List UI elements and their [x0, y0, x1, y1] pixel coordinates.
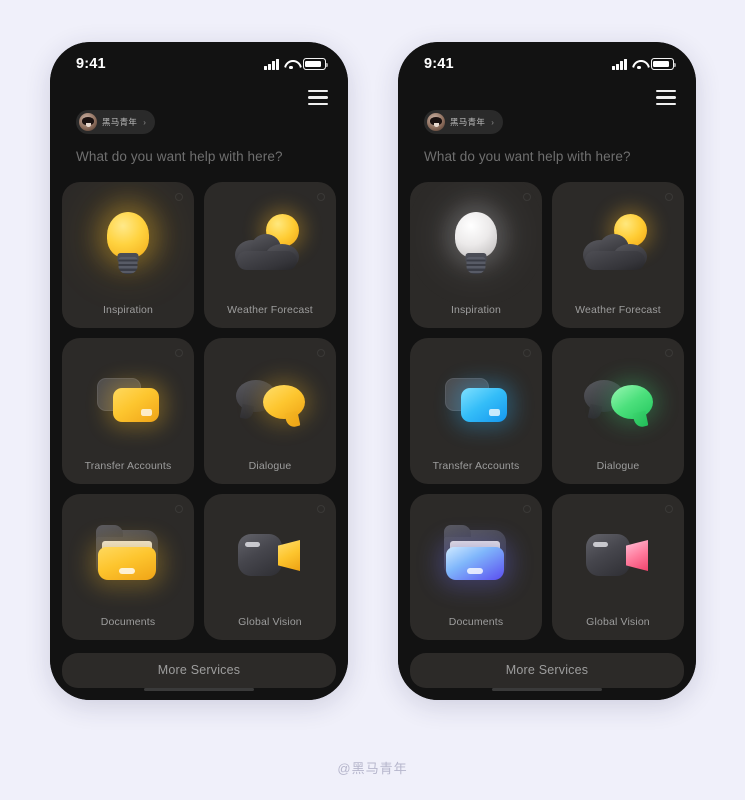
- service-card-transfer-accounts[interactable]: Transfer Accounts: [410, 338, 542, 484]
- sun-cloud-icon: [204, 204, 336, 286]
- service-card-global-vision[interactable]: Global Vision: [552, 494, 684, 640]
- service-card-transfer-accounts[interactable]: Transfer Accounts: [62, 338, 194, 484]
- card-corner-dot: [317, 349, 325, 357]
- status-bar-clock: 9:41: [424, 56, 454, 72]
- card-label: Inspiration: [450, 304, 502, 316]
- battery-icon: [303, 58, 328, 70]
- sun-cloud-icon: [552, 204, 684, 286]
- hamburger-icon[interactable]: [656, 90, 676, 105]
- more-services-button[interactable]: More Services: [62, 653, 336, 688]
- more-services-button[interactable]: More Services: [410, 653, 684, 688]
- lightbulb-icon: [410, 204, 542, 286]
- service-card-dialogue[interactable]: Dialogue: [204, 338, 336, 484]
- home-indicator: [144, 687, 254, 691]
- card-label: Inspiration: [102, 304, 154, 316]
- service-card-weather-forecast[interactable]: Weather Forecast: [552, 182, 684, 328]
- card-label: Global Vision: [238, 616, 302, 628]
- status-bar-icons: [264, 58, 328, 70]
- wifi-icon: [632, 59, 646, 70]
- service-grid-right: Inspiration Weather Forecast Transfer Ac…: [398, 182, 696, 640]
- phone-screen-right: 9:41 黑马青年 › What do you want help with h…: [398, 42, 696, 700]
- card-corner-dot: [175, 505, 183, 513]
- service-card-inspiration[interactable]: Inspiration: [62, 182, 194, 328]
- chevron-right-icon: ›: [143, 117, 146, 127]
- chevron-right-icon: ›: [491, 117, 494, 127]
- card-label: Dialogue: [248, 460, 292, 472]
- watermark: @黑马青年: [337, 761, 408, 776]
- folder-icon: [62, 516, 194, 598]
- card-corner-dot: [175, 349, 183, 357]
- card-label: Weather Forecast: [575, 304, 661, 316]
- prompt-text: What do you want help with here?: [424, 149, 631, 164]
- user-name-label: 黑马青年: [450, 117, 486, 127]
- app-header-left: 黑马青年 › What do you want help with here?: [50, 86, 348, 164]
- chat-bubbles-icon: [204, 360, 336, 442]
- phone-screen-left: 9:41 黑马青年 › What do you want help with h…: [50, 42, 348, 700]
- card-corner-dot: [523, 505, 531, 513]
- home-indicator: [492, 687, 602, 691]
- cellular-signal-icon: [612, 58, 627, 70]
- card-corner-dot: [317, 505, 325, 513]
- card-corner-dot: [523, 349, 531, 357]
- card-label: Documents: [100, 616, 156, 628]
- phone-mockup-left: 9:41 黑马青年 › What do you want help with h…: [50, 42, 348, 700]
- cellular-signal-icon: [264, 58, 279, 70]
- wifi-icon: [284, 59, 298, 70]
- service-card-inspiration[interactable]: Inspiration: [410, 182, 542, 328]
- user-profile-chip[interactable]: 黑马青年 ›: [424, 110, 503, 134]
- service-card-global-vision[interactable]: Global Vision: [204, 494, 336, 640]
- phone-mockup-right: 9:41 黑马青年 › What do you want help with h…: [398, 42, 696, 700]
- transfer-cards-icon: [410, 360, 542, 442]
- transfer-cards-icon: [62, 360, 194, 442]
- service-card-weather-forecast[interactable]: Weather Forecast: [204, 182, 336, 328]
- hamburger-icon[interactable]: [308, 90, 328, 105]
- status-bar-icons: [612, 58, 676, 70]
- status-bar: 9:41: [398, 42, 696, 86]
- avatar: [427, 113, 445, 131]
- card-corner-dot: [665, 505, 673, 513]
- card-label: Transfer Accounts: [84, 460, 172, 472]
- card-label: Global Vision: [586, 616, 650, 628]
- card-label: Dialogue: [596, 460, 640, 472]
- video-camera-icon: [552, 516, 684, 598]
- status-bar: 9:41: [50, 42, 348, 86]
- app-header-right: 黑马青年 › What do you want help with here?: [398, 86, 696, 164]
- card-corner-dot: [175, 193, 183, 201]
- service-grid-left: Inspiration Weather Forecast Transfer Ac…: [50, 182, 348, 640]
- card-label: Documents: [448, 616, 504, 628]
- status-bar-clock: 9:41: [76, 56, 106, 72]
- card-corner-dot: [317, 193, 325, 201]
- card-corner-dot: [665, 349, 673, 357]
- card-corner-dot: [523, 193, 531, 201]
- battery-icon: [651, 58, 676, 70]
- folder-icon: [410, 516, 542, 598]
- card-label: Weather Forecast: [227, 304, 313, 316]
- chat-bubbles-icon: [552, 360, 684, 442]
- user-profile-chip[interactable]: 黑马青年 ›: [76, 110, 155, 134]
- video-camera-icon: [204, 516, 336, 598]
- prompt-text: What do you want help with here?: [76, 149, 283, 164]
- canvas: 9:41 黑马青年 › What do you want help with h…: [0, 0, 745, 800]
- service-card-documents[interactable]: Documents: [410, 494, 542, 640]
- card-corner-dot: [665, 193, 673, 201]
- card-label: Transfer Accounts: [432, 460, 520, 472]
- service-card-documents[interactable]: Documents: [62, 494, 194, 640]
- lightbulb-icon: [62, 204, 194, 286]
- user-name-label: 黑马青年: [102, 117, 138, 127]
- service-card-dialogue[interactable]: Dialogue: [552, 338, 684, 484]
- avatar: [79, 113, 97, 131]
